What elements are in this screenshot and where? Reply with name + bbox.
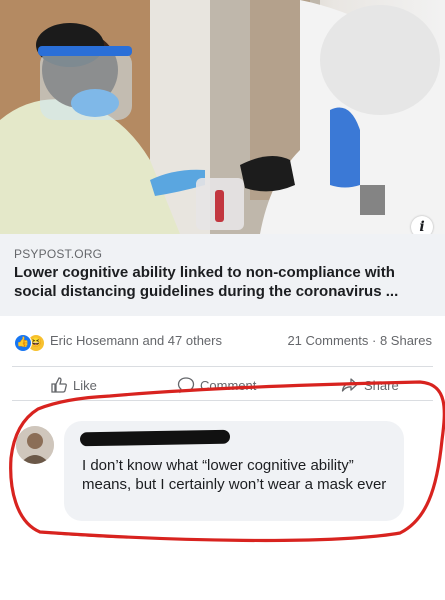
share-button[interactable]: Share [341, 375, 399, 395]
like-button[interactable]: Like [50, 375, 97, 395]
reactor-names[interactable]: Eric Hosemann and 47 others [50, 333, 222, 348]
comment-bubble[interactable]: I don’t know what “lower cognitive abili… [64, 421, 404, 521]
commenter-avatar[interactable] [16, 426, 54, 464]
link-domain: PSYPOST.ORG [14, 247, 103, 261]
info-icon[interactable]: i [411, 216, 433, 234]
comments-count[interactable]: 21 Comments [287, 333, 368, 348]
thumbs-up-icon [51, 377, 67, 393]
link-title[interactable]: Lower cognitive ability linked to non-co… [14, 263, 438, 301]
comment-icon [177, 377, 195, 394]
profile-photo-icon [16, 426, 54, 464]
post-action-bar: Like Comment Share [0, 366, 445, 406]
comment-text: I don’t know what “lower cognitive abili… [82, 457, 387, 493]
like-label: Like [73, 377, 97, 393]
share-icon [341, 378, 358, 392]
shares-count[interactable]: 8 Shares [380, 333, 432, 348]
comment-label: Comment [200, 377, 257, 393]
like-reaction-icon[interactable]: 👍 [14, 334, 32, 352]
engagement-counts: 21 Comments · 8 Shares [287, 333, 432, 348]
link-preview-meta[interactable]: PSYPOST.ORG Lower cognitive ability link… [0, 234, 445, 316]
comment: I don’t know what “lower cognitive abili… [0, 414, 445, 544]
count-separator: · [371, 333, 377, 348]
redacted-commenter-name [79, 429, 231, 447]
comment-button[interactable]: Comment [177, 375, 256, 395]
action-bar-top-divider [12, 366, 433, 367]
health-workers-photo [0, 0, 445, 234]
reactions-summary: 👍 😆 Eric Hosemann and 47 others 21 Comme… [0, 318, 445, 364]
link-preview-image[interactable]: i [0, 0, 445, 234]
share-label: Share [364, 377, 399, 393]
action-bar-bottom-divider [12, 400, 433, 401]
